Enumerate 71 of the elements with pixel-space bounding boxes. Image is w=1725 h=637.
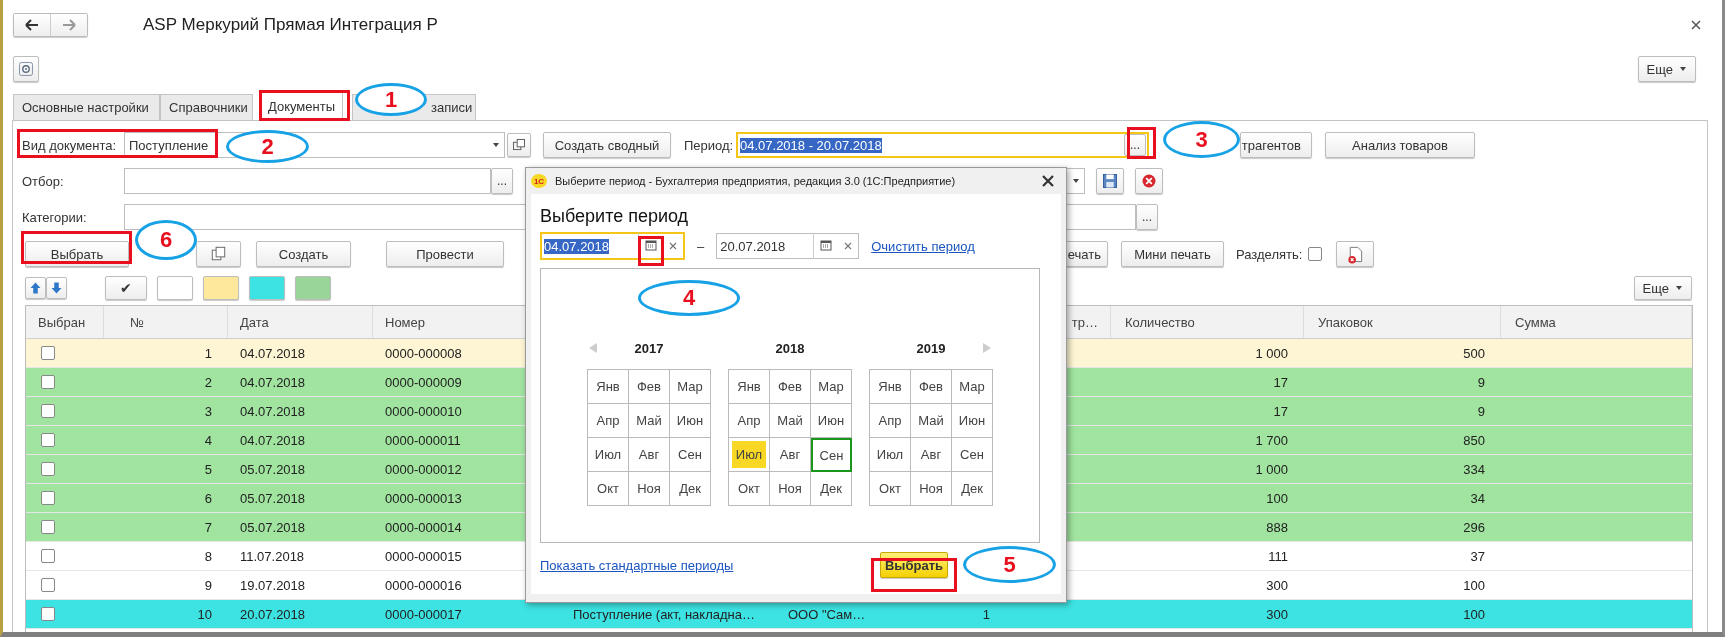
checkbox-label: Разделять: — [1236, 246, 1303, 262]
table-cell: 2 — [204, 374, 212, 390]
callout: 3 — [1163, 121, 1240, 158]
table-cell: 9 — [1477, 403, 1485, 419]
table-cell: 5 — [204, 461, 212, 477]
table-cell: 0000-000017 — [385, 606, 462, 622]
dash: – — [697, 238, 705, 254]
table-cell: 10 — [197, 606, 212, 622]
table-cell: Поступление (акт, накладна… — [573, 606, 755, 622]
table-cell: 111 — [1268, 548, 1288, 564]
table-cell: 0000-000013 — [385, 490, 462, 506]
table-cell: 05.07.2018 — [240, 519, 306, 535]
table-cell: 300 — [1266, 577, 1288, 593]
table-cell: 100 — [1463, 577, 1485, 593]
table-cell: 1 000 — [1255, 345, 1288, 361]
table-cell: 1 — [204, 345, 212, 361]
table-cell: 3 — [204, 403, 212, 419]
table-cell: 0000-000010 — [385, 403, 462, 419]
table-cell: 334 — [1463, 461, 1485, 477]
table-cell: 0000-000015 — [385, 548, 462, 564]
table-cell: 37 — [1470, 548, 1485, 564]
table-cell: 0000-000008 — [385, 345, 462, 361]
table-cell: 0000-000014 — [385, 519, 462, 535]
table-cell: 9 — [1477, 374, 1485, 390]
callout: 6 — [135, 220, 197, 260]
callout: 1 — [355, 83, 427, 116]
year-label: 2018 — [775, 340, 805, 356]
table-cell: 1 700 — [1255, 432, 1288, 448]
table-cell: 20.07.2018 — [240, 606, 306, 622]
dialog-title: Выберите период - Бухгалтерия предприятия, редакция 3.0 (1С:Предприятие) — [555, 175, 956, 187]
table-cell: 500 — [1463, 345, 1485, 361]
table-cell: 850 — [1463, 432, 1485, 448]
field-label: Категории: — [22, 209, 88, 225]
table-cell: 7 — [204, 519, 212, 535]
table-cell: 0000-000016 — [385, 577, 462, 593]
year-label: 2017 — [634, 340, 664, 356]
callout: 2 — [226, 130, 309, 163]
table-cell: 300 — [1266, 606, 1288, 622]
table-cell: 05.07.2018 — [240, 490, 306, 506]
table-cell: ООО "Сам… — [788, 606, 866, 622]
table-cell: 34 — [1470, 490, 1485, 506]
table-cell: 0000-000012 — [385, 461, 462, 477]
table-cell: 04.07.2018 — [240, 345, 306, 361]
table-cell: 8 — [204, 548, 212, 564]
table-cell: 6 — [204, 490, 212, 506]
table-cell: 0000-000011 — [385, 432, 461, 448]
table-cell: 19.07.2018 — [240, 577, 306, 593]
table-cell: 17 — [1273, 403, 1288, 419]
table-cell: 1 000 — [1255, 461, 1288, 477]
table-cell: 888 — [1266, 519, 1288, 535]
table-cell: 296 — [1463, 519, 1485, 535]
table-cell: 17 — [1273, 374, 1288, 390]
logo: 1С — [531, 174, 547, 188]
table-cell: 100 — [1266, 490, 1288, 506]
field-label: Период: — [684, 137, 735, 153]
table-cell: 05.07.2018 — [240, 461, 306, 477]
field-label: Вид документа: — [22, 137, 118, 153]
window-title: ASP Меркурий Прямая Интеграция Р — [143, 15, 438, 35]
year-label: 2019 — [916, 340, 946, 356]
table-cell: 0000-000009 — [385, 374, 462, 390]
table-cell: 9 — [204, 577, 212, 593]
table-cell: 11.07.2018 — [240, 548, 305, 564]
callout: 4 — [638, 280, 740, 316]
table-cell: 1 — [982, 606, 990, 622]
table-cell: 04.07.2018 — [240, 432, 306, 448]
table-cell: 4 — [204, 432, 212, 448]
table-cell: 04.07.2018 — [240, 403, 306, 419]
table-cell: 100 — [1463, 606, 1485, 622]
table-cell: 04.07.2018 — [240, 374, 306, 390]
dialog-heading: Выберите период — [540, 205, 690, 226]
field-label: Отбор: — [22, 173, 65, 189]
